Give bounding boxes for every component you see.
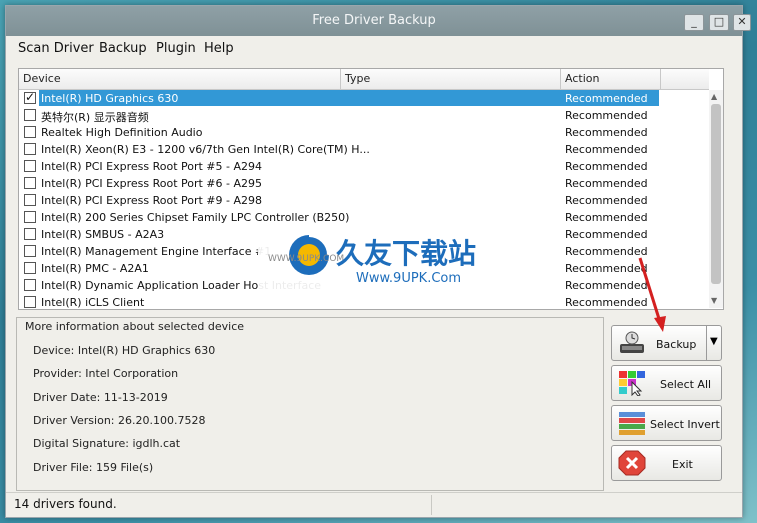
row-checkbox[interactable] [24,90,36,104]
select-all-label: Select All [660,378,712,391]
status-text: 14 drivers found. [14,497,117,511]
row-action: Recommended [565,143,648,156]
column-type[interactable]: Type [341,69,561,89]
info-provider: Provider: Intel Corporation [33,367,179,380]
table-row[interactable]: Intel(R) HD Graphics 630 Recommended [19,90,709,107]
table-row[interactable]: 英特尔(R) 显示器音频 Recommended [19,107,709,124]
status-bar: 14 drivers found. [6,492,742,517]
backup-label: Backup [656,338,697,351]
info-driver-version: Driver Version: 26.20.100.7528 [33,414,206,427]
row-action: Recommended [565,109,648,122]
menu-help[interactable]: Help [204,41,234,56]
row-device: Intel(R) SMBUS - A2A3 [41,228,165,241]
row-checkbox[interactable] [24,126,36,138]
split-divider [706,326,707,360]
row-device: Intel(R) PCI Express Root Port #9 - A298 [41,194,262,207]
exit-button[interactable]: Exit [611,445,722,481]
row-action: Recommended [565,92,648,105]
list-header: Device Type Action [19,69,709,90]
table-row[interactable]: Intel(R) PCI Express Root Port #5 - A294… [19,158,709,175]
row-device: Intel(R) Management Engine Interface #1 [41,245,272,258]
close-button[interactable]: ✕ [733,14,751,31]
table-row[interactable]: Intel(R) Xeon(R) E3 - 1200 v6/7th Gen In… [19,141,709,158]
column-device[interactable]: Device [19,69,341,89]
select-invert-label: Select Invert [650,418,720,431]
row-checkbox[interactable] [24,143,36,155]
row-device: Realtek High Definition Audio [41,126,203,139]
select-invert-icon [619,412,645,435]
table-row[interactable]: Realtek High Definition Audio Recommended [19,124,709,141]
restore-button[interactable]: □ [709,14,729,31]
info-heading: More information about selected device [25,320,245,333]
red-arrow-annotation [638,257,666,332]
watermark-url: Www.9UPK.Com [356,271,462,286]
table-row[interactable]: Intel(R) 200 Series Chipset Family LPC C… [19,209,709,226]
menu-backup[interactable]: Backup [99,41,147,56]
select-all-button[interactable]: Select All [611,365,722,401]
watermark-overlay: WWW.9UPK.COM 久友下载站 Www.9UPK.Com [258,228,493,304]
row-checkbox[interactable] [24,262,36,274]
row-checkbox[interactable] [24,109,36,121]
info-driver-date: Driver Date: 11-13-2019 [33,391,168,404]
row-checkbox[interactable] [24,177,36,189]
dropdown-arrow-icon[interactable]: ▼ [710,336,718,347]
scroll-up-arrow-icon[interactable]: ▲ [711,92,717,101]
row-action: Recommended [565,228,648,241]
column-action[interactable]: Action [561,69,661,89]
row-checkbox[interactable] [24,194,36,206]
row-device: Intel(R) PMC - A2A1 [41,262,149,275]
row-device: Intel(R) 200 Series Chipset Family LPC C… [41,211,350,224]
row-device: Intel(R) PCI Express Root Port #6 - A295 [41,177,262,190]
title-bar: Free Driver Backup _ □ ✕ [6,6,751,36]
table-row[interactable]: Intel(R) PCI Express Root Port #6 - A295… [19,175,709,192]
row-device: Intel(R) PCI Express Root Port #5 - A294 [41,160,262,173]
select-all-grid-icon [619,371,645,396]
info-device: Device: Intel(R) HD Graphics 630 [33,344,216,357]
watermark-title: 久友下载站 [336,237,477,270]
minimize-button[interactable]: _ [684,14,704,31]
row-action: Recommended [565,160,648,173]
row-checkbox[interactable] [24,211,36,223]
menu-plugin[interactable]: Plugin [156,41,196,56]
row-device: Intel(R) HD Graphics 630 [41,92,179,105]
row-action: Recommended [565,177,648,190]
exit-label: Exit [672,458,693,471]
row-checkbox[interactable] [24,245,36,257]
row-action: Recommended [565,211,648,224]
device-info-panel: More information about selected device D… [16,317,604,491]
status-divider [431,495,432,515]
row-device: Intel(R) iCLS Client [41,296,145,308]
row-checkbox[interactable] [24,279,36,291]
table-row[interactable]: Intel(R) PCI Express Root Port #9 - A298… [19,192,709,209]
vertical-scrollbar[interactable]: ▲ ▼ [709,90,723,308]
info-driver-file: Driver File: 159 File(s) [33,461,154,474]
menu-scan-driver[interactable]: Scan Driver [18,41,94,56]
scroll-thumb[interactable] [711,104,721,284]
row-device: 英特尔(R) 显示器音频 [41,111,149,124]
watermark-url-small: WWW.9UPK.COM [268,254,345,264]
row-action: Recommended [565,194,648,207]
exit-x-icon [618,450,646,476]
menu-bar: Scan Driver Backup Plugin Help [6,37,742,61]
scroll-down-arrow-icon[interactable]: ▼ [711,296,717,305]
row-checkbox[interactable] [24,228,36,240]
row-action: Recommended [565,126,648,139]
select-invert-button[interactable]: Select Invert [611,405,722,441]
row-checkbox[interactable] [24,296,36,308]
row-checkbox[interactable] [24,160,36,172]
info-digital-signature: Digital Signature: igdlh.cat [33,437,181,450]
window-title: Free Driver Backup [312,13,436,28]
row-device: Intel(R) Xeon(R) E3 - 1200 v6/7th Gen In… [41,143,370,156]
